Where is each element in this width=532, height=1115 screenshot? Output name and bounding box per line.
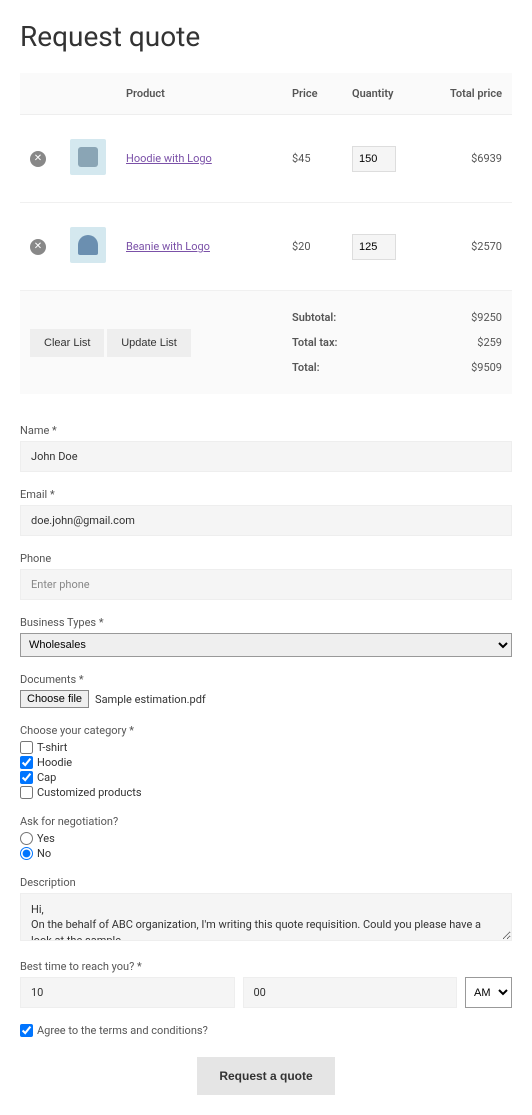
tax-value: $259 — [477, 336, 502, 349]
radio-yes[interactable] — [20, 832, 33, 845]
subtotal-label: Subtotal: — [292, 311, 336, 324]
row-total: $2570 — [422, 203, 512, 291]
update-list-button[interactable]: Update List — [107, 329, 191, 357]
checkbox-cap[interactable] — [20, 771, 33, 784]
choose-file-button[interactable]: Choose file — [20, 690, 89, 708]
phone-field[interactable] — [20, 569, 512, 600]
agree-label: Agree to the terms and conditions? — [37, 1024, 208, 1037]
total-label: Total: — [292, 361, 320, 374]
price-cell: $45 — [282, 115, 342, 203]
total-value: $9509 — [471, 361, 502, 374]
product-link[interactable]: Hoodie with Logo — [126, 152, 212, 165]
quantity-input[interactable] — [352, 146, 396, 172]
subtotal-value: $9250 — [471, 311, 502, 324]
email-label: Email * — [20, 488, 512, 501]
col-qty: Quantity — [342, 73, 422, 115]
name-label: Name * — [20, 424, 512, 437]
agree-checkbox[interactable] — [20, 1024, 33, 1037]
desc-label: Description — [20, 876, 512, 889]
file-name: Sample estimation.pdf — [95, 693, 206, 706]
product-thumb-icon — [70, 227, 106, 263]
product-link[interactable]: Beanie with Logo — [126, 240, 210, 253]
checkbox-hoodie[interactable] — [20, 756, 33, 769]
col-price: Price — [282, 73, 342, 115]
negotiation-label: Ask for negotiation? — [20, 815, 512, 828]
page-title: Request quote — [20, 20, 512, 53]
quantity-input[interactable] — [352, 234, 396, 260]
name-field[interactable] — [20, 441, 512, 472]
biztype-select[interactable]: Wholesales — [20, 633, 512, 657]
clear-list-button[interactable]: Clear List — [30, 329, 104, 357]
table-row: ✕ Hoodie with Logo $45 $6939 — [20, 115, 512, 203]
checkbox-custom[interactable] — [20, 786, 33, 799]
col-product: Product — [116, 73, 282, 115]
remove-button[interactable]: ✕ — [30, 239, 46, 255]
quote-table: Product Price Quantity Total price ✕ Hoo… — [20, 73, 512, 394]
phone-label: Phone — [20, 552, 512, 565]
table-row: ✕ Beanie with Logo $20 $2570 — [20, 203, 512, 291]
docs-label: Documents * — [20, 673, 512, 686]
email-field[interactable] — [20, 505, 512, 536]
time-ampm-select[interactable]: AM — [465, 977, 512, 1008]
time-label: Best time to reach you? * — [20, 960, 512, 973]
time-min-input[interactable] — [243, 977, 458, 1008]
category-label: Choose your category * — [20, 724, 512, 737]
price-cell: $20 — [282, 203, 342, 291]
remove-button[interactable]: ✕ — [30, 151, 46, 167]
time-hour-input[interactable] — [20, 977, 235, 1008]
tax-label: Total tax: — [292, 336, 338, 349]
col-total: Total price — [422, 73, 512, 115]
row-total: $6939 — [422, 115, 512, 203]
checkbox-tshirt[interactable] — [20, 741, 33, 754]
biztype-label: Business Types * — [20, 616, 512, 629]
radio-no[interactable] — [20, 847, 33, 860]
request-quote-button[interactable]: Request a quote — [197, 1057, 334, 1095]
desc-textarea[interactable]: Hi, On the behalf of ABC organization, I… — [20, 893, 512, 941]
product-thumb-icon — [70, 139, 106, 175]
